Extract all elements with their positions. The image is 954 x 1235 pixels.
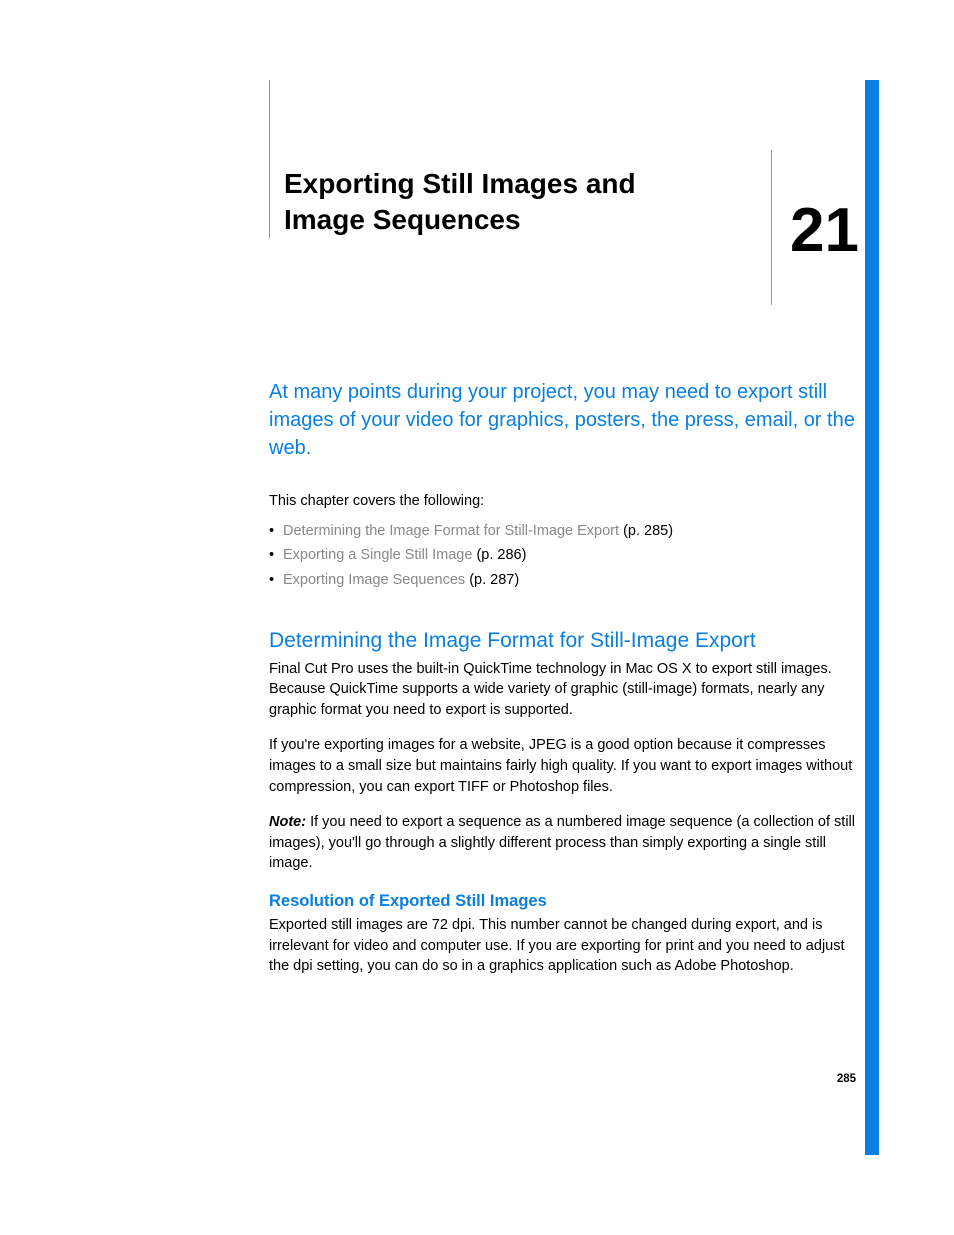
chapter-header: Exporting Still Images and Image Sequenc…: [269, 80, 859, 238]
toc-link[interactable]: Determining the Image Format for Still-I…: [283, 523, 619, 539]
toc-item: Determining the Image Format for Still-I…: [269, 519, 859, 544]
note-label: Note:: [269, 814, 310, 830]
note-paragraph: Note: If you need to export a sequence a…: [269, 812, 859, 874]
note-body: If you need to export a sequence as a nu…: [269, 814, 855, 871]
chapter-number: 21: [771, 150, 859, 305]
page-content: Exporting Still Images and Image Sequenc…: [269, 80, 859, 992]
toc-item: Exporting a Single Still Image (p. 286): [269, 543, 859, 568]
body-paragraph: If you're exporting images for a website…: [269, 735, 859, 797]
side-accent-bar: [865, 80, 879, 1155]
chapter-title: Exporting Still Images and Image Sequenc…: [284, 80, 644, 238]
subsection-heading: Resolution of Exported Still Images: [269, 892, 859, 911]
toc-page: (p. 285): [623, 523, 673, 539]
chapter-toc: Determining the Image Format for Still-I…: [269, 519, 859, 593]
body-paragraph: Final Cut Pro uses the built-in QuickTim…: [269, 659, 859, 721]
chapter-intro: At many points during your project, you …: [269, 378, 859, 463]
toc-link[interactable]: Exporting Image Sequences: [283, 572, 465, 588]
body-paragraph: Exported still images are 72 dpi. This n…: [269, 915, 859, 977]
covers-label: This chapter covers the following:: [269, 493, 859, 509]
toc-item: Exporting Image Sequences (p. 287): [269, 568, 859, 593]
toc-page: (p. 286): [476, 547, 526, 563]
page-number: 285: [837, 1073, 856, 1085]
toc-link[interactable]: Exporting a Single Still Image: [283, 547, 472, 563]
section-heading: Determining the Image Format for Still-I…: [269, 629, 859, 653]
toc-page: (p. 287): [469, 572, 519, 588]
